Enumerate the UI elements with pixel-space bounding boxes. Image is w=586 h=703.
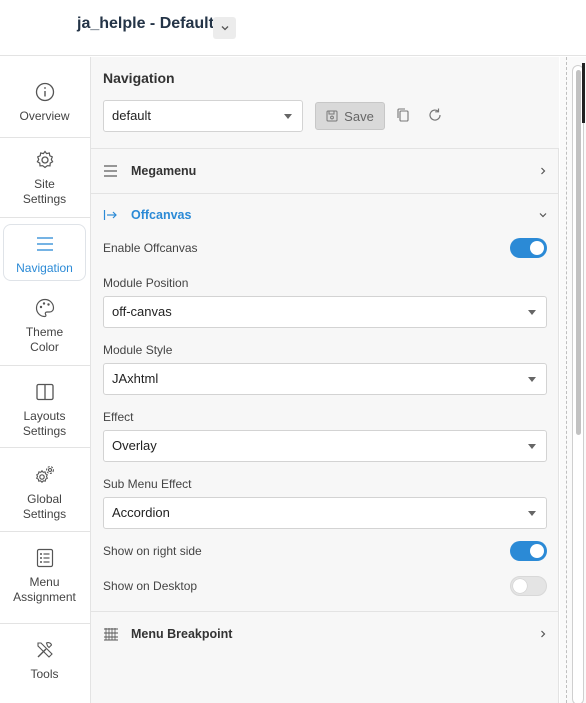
divider <box>0 365 90 366</box>
toggle-knob <box>530 241 544 255</box>
module-position-label: Module Position <box>103 276 189 290</box>
select-arrow-icon <box>528 377 536 382</box>
sidebar-item-menu-assignment[interactable]: Menu Assignment <box>3 547 86 605</box>
sidebar-item-overview[interactable]: Overview <box>3 81 86 124</box>
sidebar-item-tools[interactable]: Tools <box>3 639 86 682</box>
select-arrow-icon <box>284 114 292 119</box>
select-arrow-icon <box>528 310 536 315</box>
scrollbar-thumb[interactable] <box>576 70 581 435</box>
gear-icon <box>36 150 53 169</box>
gears-icon <box>35 466 54 483</box>
module-style-select[interactable]: JAxhtml <box>103 363 547 395</box>
effect-value: Overlay <box>112 438 157 453</box>
sub-menu-effect-label: Sub Menu Effect <box>103 477 192 491</box>
desktop-label: Show on Desktop <box>103 579 198 593</box>
panel-header: Navigation default Save <box>91 57 559 149</box>
module-style-value: JAxhtml <box>112 371 159 386</box>
menu-breakpoint-label: Menu Breakpoint <box>131 627 233 641</box>
module-position-select[interactable]: off-canvas <box>103 296 547 328</box>
copy-icon[interactable] <box>395 107 411 123</box>
offcanvas-icon <box>103 210 117 220</box>
preview-area <box>560 57 586 703</box>
sidebar-item-label: Global Settings <box>22 492 67 521</box>
preview-edge <box>582 63 585 123</box>
module-position-value: off-canvas <box>112 304 172 319</box>
palette-icon <box>35 298 54 318</box>
menu-icon <box>36 237 53 251</box>
sidebar-item-layouts-settings[interactable]: Layouts Settings <box>3 381 86 439</box>
select-arrow-icon <box>528 444 536 449</box>
navigation-panel: Navigation default Save Megamenu Offcanv… <box>91 57 559 703</box>
desktop-toggle[interactable] <box>510 576 547 596</box>
sub-menu-effect-value: Accordion <box>112 505 170 520</box>
sidebar-item-label: Tools <box>30 667 59 681</box>
toggle-knob <box>513 579 527 593</box>
refresh-icon[interactable] <box>427 107 443 123</box>
chevron-down-icon <box>221 26 228 31</box>
divider <box>0 531 90 532</box>
divider <box>0 447 90 448</box>
info-icon <box>35 82 54 102</box>
offcanvas-header[interactable]: Offcanvas <box>103 205 191 225</box>
offcanvas-section: Offcanvas Enable Offcanvas Module Positi… <box>91 194 559 612</box>
toggle-knob <box>530 544 544 558</box>
enable-offcanvas-label: Enable Offcanvas <box>103 241 198 255</box>
offcanvas-label: Offcanvas <box>131 208 192 222</box>
megamenu-label: Megamenu <box>131 164 197 178</box>
megamenu-section[interactable]: Megamenu <box>91 149 559 194</box>
list-icon <box>36 548 53 568</box>
right-side-toggle[interactable] <box>510 541 547 561</box>
sidebar-item-site-settings[interactable]: Site Settings <box>3 149 86 207</box>
menu-breakpoint-header[interactable]: Menu Breakpoint <box>103 624 232 644</box>
select-arrow-icon <box>528 511 536 516</box>
chevron-down-icon <box>539 213 547 218</box>
sidebar-item-label: Site Settings <box>22 177 67 206</box>
enable-offcanvas-toggle[interactable] <box>510 238 547 258</box>
page-title: ja_helple - Default <box>77 15 214 32</box>
tools-icon <box>36 642 53 658</box>
divider <box>0 137 90 138</box>
sidebar-item-label: Menu Assignment <box>13 575 76 604</box>
sidebar-item-label: Navigation <box>16 261 73 275</box>
sidebar: Overview Site Settings Navigation Theme … <box>0 57 91 703</box>
chevron-right-icon <box>541 167 546 175</box>
sidebar-item-label: Theme Color <box>25 325 64 354</box>
sidebar-item-label: Layouts Settings <box>22 409 67 438</box>
save-icon <box>326 110 338 122</box>
sidebar-item-theme-color[interactable]: Theme Color <box>3 297 86 355</box>
sub-menu-effect-select[interactable]: Accordion <box>103 497 547 529</box>
style-dropdown-button[interactable] <box>213 17 236 39</box>
breakpoint-icon <box>104 628 118 641</box>
menu-lines-icon <box>104 165 117 177</box>
menu-breakpoint-section[interactable]: Menu Breakpoint <box>91 612 559 657</box>
divider <box>0 623 90 624</box>
save-button-label: Save <box>344 108 374 124</box>
layout-icon <box>35 383 54 401</box>
app-header: ja_helple - Default <box>0 0 586 56</box>
panel-title: Navigation <box>103 70 175 86</box>
megamenu-header[interactable]: Megamenu <box>103 161 196 181</box>
profile-select[interactable]: default <box>103 100 303 132</box>
scrollbar[interactable] <box>572 65 584 703</box>
sidebar-item-navigation[interactable]: Navigation <box>3 224 86 281</box>
sidebar-item-label: Overview <box>19 109 70 123</box>
profile-select-value: default <box>112 108 152 123</box>
effect-select[interactable]: Overlay <box>103 430 547 462</box>
chevron-right-icon <box>541 630 546 638</box>
right-side-label: Show on right side <box>103 544 202 558</box>
divider <box>566 57 567 703</box>
effect-label: Effect <box>103 410 134 424</box>
module-style-label: Module Style <box>103 343 173 357</box>
divider <box>0 217 90 218</box>
sidebar-item-global-settings[interactable]: Global Settings <box>3 464 86 522</box>
save-button[interactable]: Save <box>315 102 385 130</box>
